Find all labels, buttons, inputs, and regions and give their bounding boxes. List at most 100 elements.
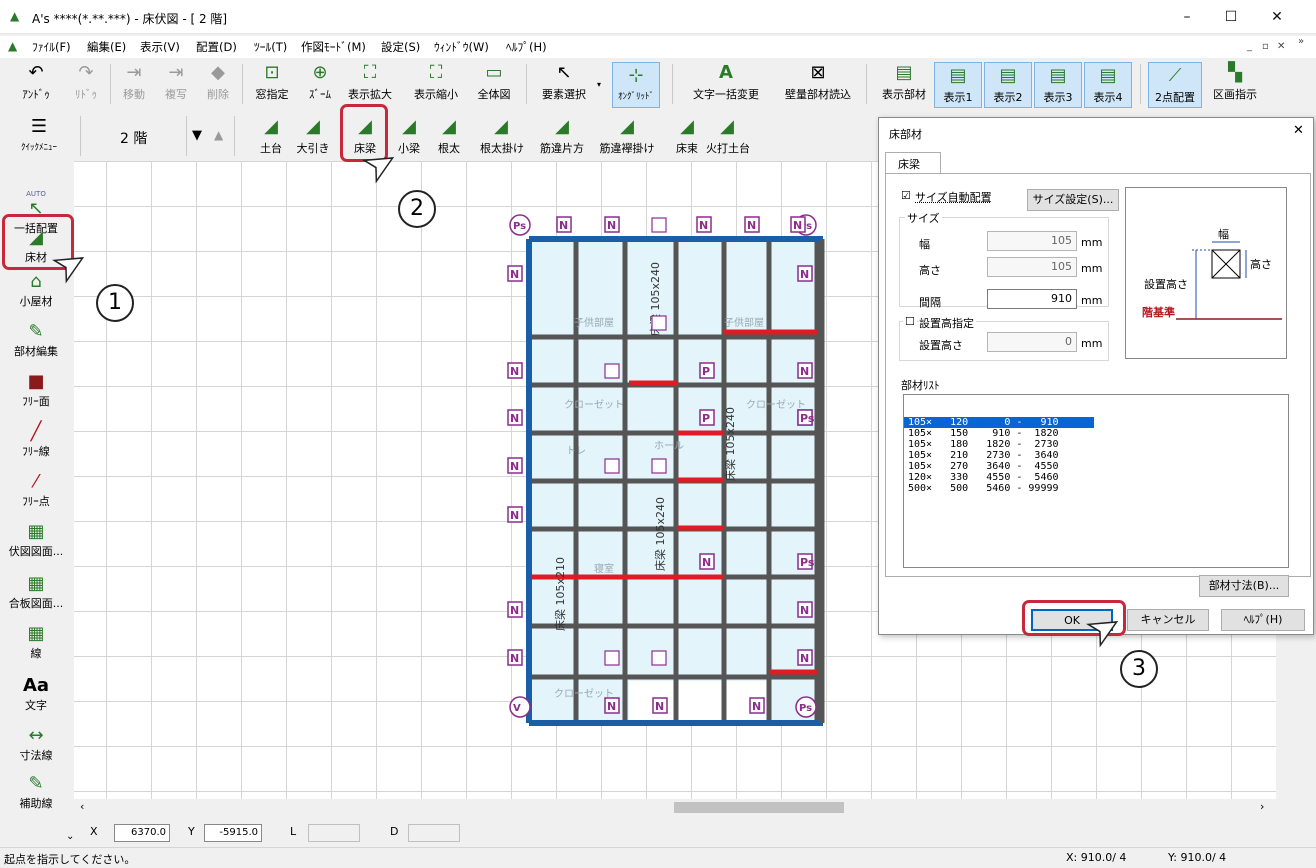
member-list-row[interactable]: 120× 330 4550 - 5460	[904, 472, 1288, 483]
tool-brace-cross[interactable]: ◢ 筋違襷掛け	[596, 114, 658, 158]
member-list-row[interactable]: 105× 120 0 - 910	[904, 417, 1094, 428]
undo-button[interactable]: ↶ ｱﾝﾄﾞｩ	[6, 60, 66, 110]
room-label: クローゼット	[746, 399, 806, 411]
close-button[interactable]: ✕	[1262, 6, 1292, 28]
display1-button[interactable]: ▤ 表示1	[934, 62, 982, 108]
height-field[interactable]: 105	[987, 257, 1077, 277]
copy-button[interactable]: ⇥ 複写	[158, 60, 194, 110]
marker-p: P	[702, 365, 710, 378]
y-coordinate-field[interactable]: -5915.0	[204, 824, 262, 842]
overflow-icon[interactable]: »	[1298, 36, 1304, 47]
left-tool-plan-drawing[interactable]: ▦ 伏図図面...	[0, 521, 72, 559]
auto-size-checkbox[interactable]: ☑	[901, 189, 911, 202]
zoom-in-button[interactable]: ⛶ 表示拡大	[344, 60, 396, 110]
horizontal-scrollbar[interactable]: ‹ ›	[74, 799, 1276, 816]
scroll-thumb[interactable]	[674, 802, 844, 813]
member-dimensions-button[interactable]: 部材寸法(B)...	[1199, 575, 1289, 597]
menu-mode[interactable]: 作図ﾓｰﾄﾞ(M)	[301, 39, 366, 55]
display4-button[interactable]: ▤ 表示4	[1084, 62, 1132, 108]
scroll-left-icon[interactable]: ‹	[80, 800, 84, 813]
floor-selector[interactable]: 2 階	[120, 128, 147, 148]
size-settings-button[interactable]: サイズ設定(S)...	[1027, 189, 1119, 211]
member-list-row[interactable]: 105× 150 910 - 1820	[904, 428, 1288, 439]
menu-place[interactable]: 配置(D)	[196, 39, 237, 55]
menu-help[interactable]: ﾍﾙﾌﾟ(H)	[506, 39, 547, 55]
tool-small-beam[interactable]: ◢ 小梁	[388, 114, 430, 158]
grid-x-status: X: 910.0/ 4	[1066, 851, 1127, 864]
left-tool-dimension[interactable]: ↔ 寸法線	[0, 725, 72, 763]
tool-floor-post[interactable]: ◢ 床束	[666, 114, 708, 158]
cancel-button[interactable]: キャンセル	[1127, 609, 1209, 631]
separator	[80, 116, 81, 156]
marker-n: N	[800, 268, 809, 281]
element-select-button[interactable]: ↖ 要素選択	[534, 60, 594, 110]
zoom-out-button[interactable]: ⛶ 表示縮小	[408, 60, 464, 110]
two-point-icon: ⟋	[1168, 65, 1182, 86]
marker-n: N	[607, 219, 616, 232]
mdi-minimize-icon[interactable]: _	[1247, 41, 1252, 52]
floor-up-icon[interactable]: ▲	[214, 128, 223, 142]
maximize-button[interactable]: ☐	[1216, 6, 1246, 28]
window-select-button[interactable]: ⊡ 窓指定	[250, 60, 294, 110]
member-list[interactable]: 105× 120 0 - 910 105× 150 910 - 1820 105× …	[903, 394, 1289, 568]
x-coordinate-field[interactable]: 6370.0	[114, 824, 170, 842]
text-batch-button[interactable]: A 文字一括変更	[688, 60, 764, 110]
section-button[interactable]: ▚ 区画指示	[1206, 60, 1264, 110]
marker-v: V	[513, 703, 521, 714]
tab-floor-beam[interactable]: 床梁	[885, 152, 941, 174]
two-point-button[interactable]: ⟋ 2点配置	[1148, 62, 1202, 108]
preview-height-label: 高さ	[1250, 258, 1272, 271]
left-tool-line[interactable]: ▦ 線	[0, 623, 72, 661]
left-tool-member-edit[interactable]: ✎ 部材編集	[0, 321, 72, 359]
length-field[interactable]	[308, 824, 360, 842]
menu-window[interactable]: ｳｨﾝﾄﾞｳ(W)	[434, 39, 489, 55]
install-checkbox[interactable]: ☐	[903, 315, 917, 328]
pitch-field[interactable]: 910	[987, 289, 1077, 309]
minimize-button[interactable]: –	[1172, 6, 1202, 28]
mdi-restore-icon[interactable]: ▫	[1262, 41, 1269, 52]
width-field[interactable]: 105	[987, 231, 1077, 251]
display-member-button[interactable]: ▤ 表示部材	[876, 60, 932, 110]
member-list-row[interactable]: 105× 180 1820 - 2730	[904, 439, 1288, 450]
tool-brace-single[interactable]: ◢ 筋違片方	[536, 114, 588, 158]
delete-button[interactable]: ◆ 削除	[200, 60, 236, 110]
left-tool-plywood-drawing[interactable]: ▦ 合板図面...	[0, 573, 72, 611]
member-list-row[interactable]: 105× 210 2730 - 3640	[904, 450, 1288, 461]
help-button[interactable]: ﾍﾙﾌﾟ(H)	[1221, 609, 1305, 631]
fit-all-button[interactable]: ▭ 全体図	[472, 60, 516, 110]
scroll-right-icon[interactable]: ›	[1260, 800, 1264, 813]
dialog-close-icon[interactable]: ✕	[1293, 123, 1304, 138]
quick-menu-button[interactable]: ☰ ｸｲｯｸﾒﾆｭｰ	[4, 114, 74, 158]
dropdown-arrow-icon[interactable]: ▾	[597, 80, 601, 89]
on-grid-icon: ⊹	[628, 65, 644, 86]
left-tool-free-line[interactable]: ╱ ﾌﾘｰ線	[0, 421, 72, 459]
wall-load-button[interactable]: ⊠ 壁量部材読込	[780, 60, 856, 110]
left-tool-guide-line[interactable]: ✎ 補助線	[0, 773, 72, 811]
tool-joist-hanger[interactable]: ◢ 根太掛け	[480, 114, 524, 158]
member-list-row[interactable]: 105× 270 3640 - 4550	[904, 461, 1288, 472]
menu-view[interactable]: 表示(V)	[140, 39, 180, 55]
floor-down-icon[interactable]: ▼	[192, 128, 202, 143]
tool-corner-brace[interactable]: ◢ 火打土台	[706, 114, 750, 158]
on-grid-button[interactable]: ⊹ ｵﾝｸﾞﾘｯﾄﾞ	[612, 62, 660, 108]
display3-button[interactable]: ▤ 表示3	[1034, 62, 1082, 108]
distance-field[interactable]	[408, 824, 460, 842]
left-tool-free-point[interactable]: ⁄ ﾌﾘｰ点	[0, 471, 72, 509]
redo-button[interactable]: ↷ ﾘﾄﾞｩ	[64, 60, 108, 110]
zoom-button[interactable]: ⊕ ｽﾞｰﾑ	[300, 60, 340, 110]
menu-file[interactable]: ﾌｧｲﾙ(F)	[32, 39, 71, 55]
install-height-field[interactable]: 0	[987, 332, 1077, 352]
menu-edit[interactable]: 編集(E)	[87, 39, 126, 55]
marker-n: N	[510, 412, 519, 425]
member-list-row[interactable]: 500× 500 5460 - 99999	[904, 483, 1288, 494]
menu-tool[interactable]: ﾂｰﾙ(T)	[254, 39, 287, 55]
tool-sill[interactable]: ◢ 土台	[250, 114, 292, 158]
left-tool-text[interactable]: Aa 文字	[0, 675, 72, 713]
tool-sleeper[interactable]: ◢ 大引き	[292, 114, 334, 158]
display2-button[interactable]: ▤ 表示2	[984, 62, 1032, 108]
mdi-close-icon[interactable]: ✕	[1277, 41, 1285, 52]
move-button[interactable]: ⇥ 移動	[116, 60, 152, 110]
left-tool-free-face[interactable]: ■ ﾌﾘｰ面	[0, 371, 72, 409]
menu-settings[interactable]: 設定(S)	[381, 39, 420, 55]
tool-joist[interactable]: ◢ 根太	[428, 114, 470, 158]
